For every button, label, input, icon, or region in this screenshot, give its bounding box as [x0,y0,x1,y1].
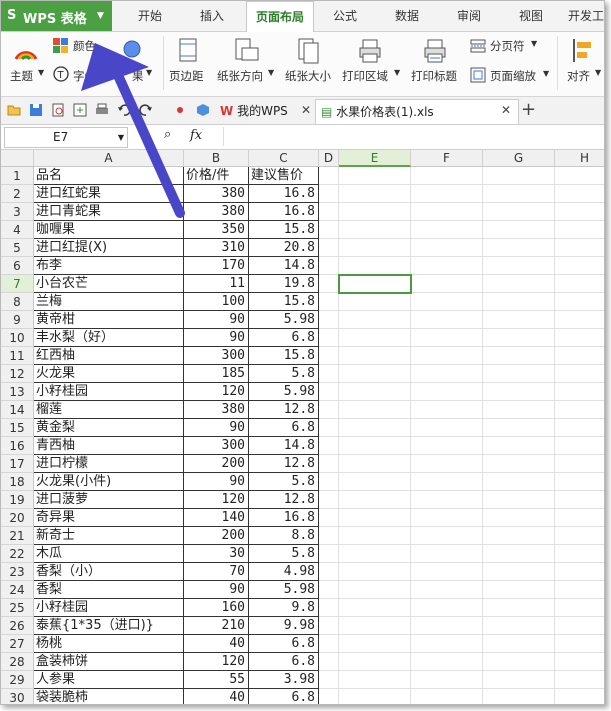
annotation-arrow-icon [81,43,185,218]
wps-window: S WPS 表格 ▼ 开始 插入 页面布局 公式 数据 审阅 视图 开发工 主题… [0,0,605,705]
